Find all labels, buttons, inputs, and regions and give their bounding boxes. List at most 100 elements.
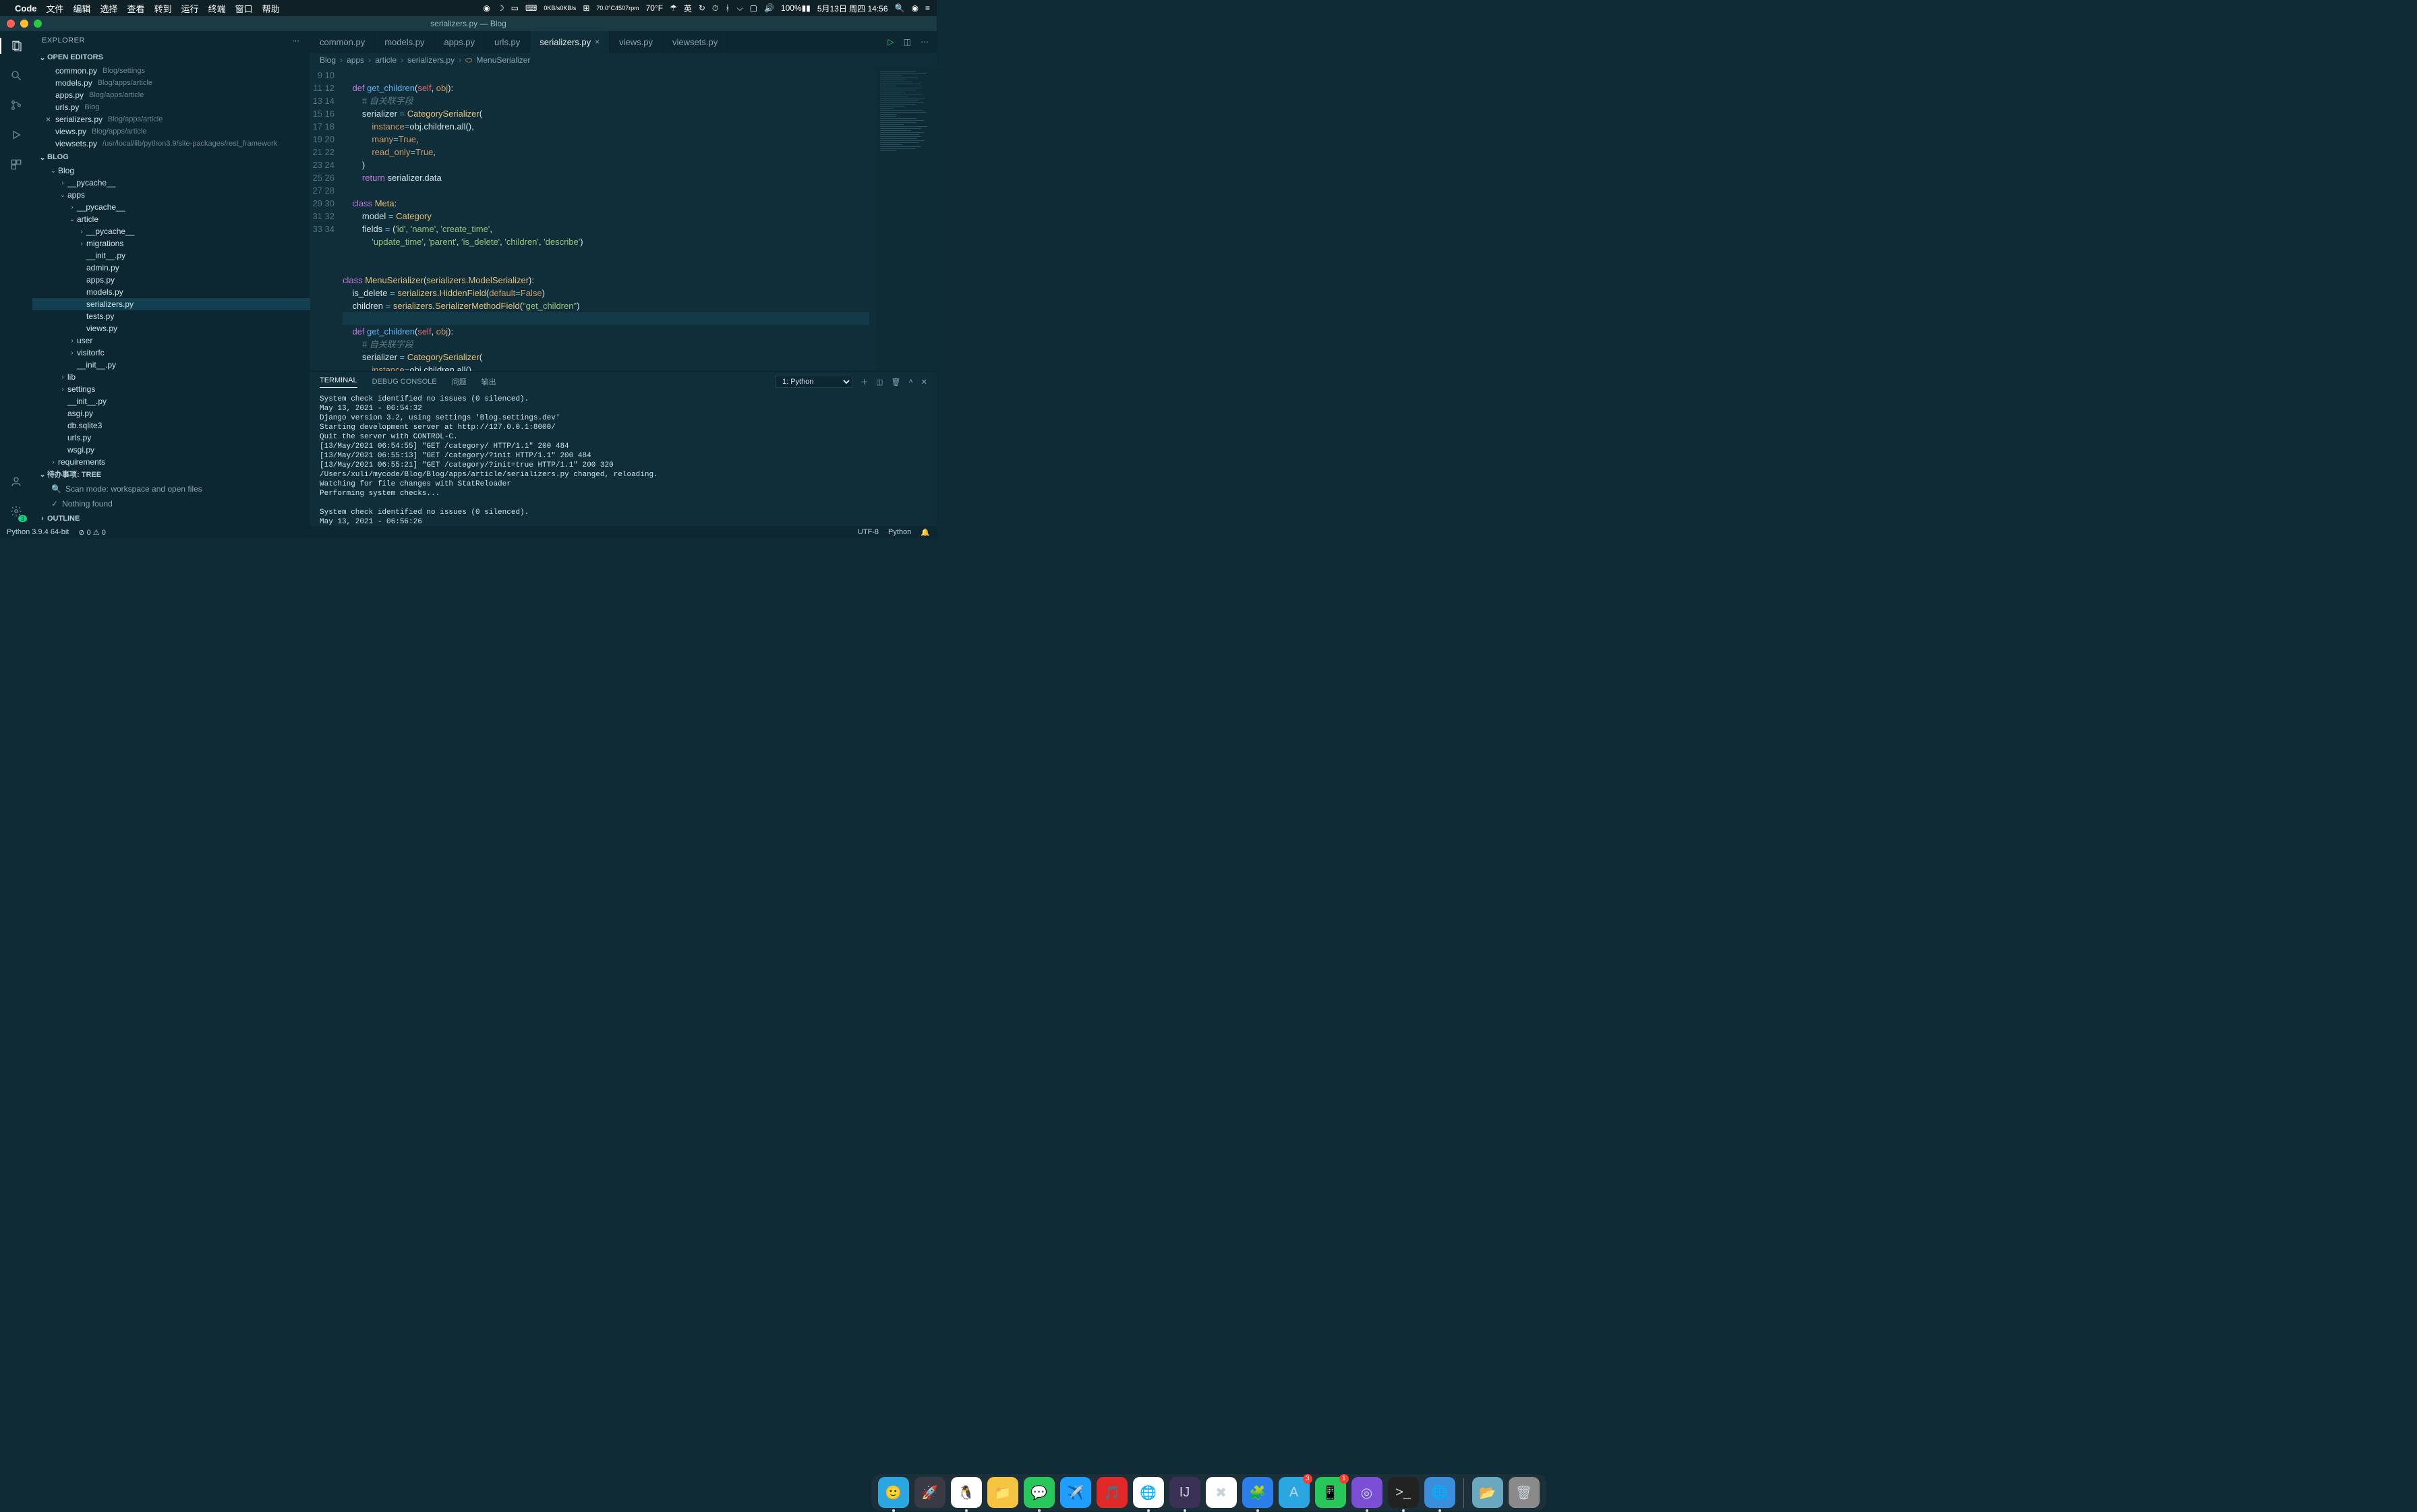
file-item[interactable]: views.py — [32, 322, 310, 335]
dock-app[interactable]: >_ — [1388, 1477, 1419, 1508]
problems-status[interactable]: ⊘ 0 ⚠ 0 — [78, 528, 105, 537]
code-editor[interactable]: 9 10 11 12 13 14 15 16 17 18 19 20 21 22… — [310, 67, 937, 371]
accounts-icon[interactable] — [8, 473, 24, 490]
window-maximize[interactable] — [34, 20, 42, 28]
battery[interactable]: 100% ▮▮ — [781, 3, 811, 13]
editor-tab[interactable]: viewsets.py — [663, 31, 728, 53]
folder-item[interactable]: ›visitorfc — [32, 347, 310, 359]
dock-app[interactable]: ◎ — [1351, 1477, 1382, 1508]
debug-console-tab[interactable]: DEBUG CONSOLE — [372, 378, 437, 386]
dock-app[interactable]: 📂 — [1472, 1477, 1503, 1508]
file-item[interactable]: asgi.py — [32, 407, 310, 419]
open-editor-item[interactable]: ×viewsets.py/usr/local/lib/python3.9/sit… — [32, 138, 310, 150]
menu-window[interactable]: 窗口 — [235, 2, 253, 15]
istats-icon[interactable]: ⊞ — [583, 3, 589, 13]
run-debug-icon[interactable] — [8, 127, 24, 143]
blog-folder-header[interactable]: ⌄BLOG — [32, 150, 310, 165]
notifications-icon[interactable]: 🔔 — [921, 528, 930, 537]
dock-app[interactable]: 📱1 — [1315, 1477, 1346, 1508]
menu-view[interactable]: 查看 — [127, 2, 145, 15]
file-item[interactable]: wsgi.py — [32, 444, 310, 456]
menu-file[interactable]: 文件 — [47, 2, 64, 15]
problems-tab[interactable]: 问题 — [452, 376, 467, 387]
source-control-icon[interactable] — [8, 97, 24, 113]
dock-app[interactable]: 🌐 — [1424, 1477, 1455, 1508]
file-item[interactable]: tests.py — [32, 310, 310, 322]
open-editor-item[interactable]: ×models.pyBlog/apps/article — [32, 77, 310, 89]
minimap[interactable] — [876, 67, 937, 371]
open-editor-item[interactable]: ×views.pyBlog/apps/article — [32, 125, 310, 138]
split-editor-icon[interactable]: ◫ — [904, 37, 911, 47]
run-python-icon[interactable]: ▷ — [887, 37, 894, 47]
terminal-selector[interactable]: 1: Python — [775, 376, 852, 388]
file-item[interactable]: __init__.py — [32, 250, 310, 262]
dock-app[interactable]: ✖︎ — [1206, 1477, 1237, 1508]
folder-item[interactable]: ⌄Blog — [32, 165, 310, 177]
dock-app[interactable]: 🚀 — [914, 1477, 945, 1508]
dock-app[interactable]: 🧩 — [1242, 1477, 1273, 1508]
folder-item[interactable]: ⌄article — [32, 213, 310, 225]
dock-app[interactable]: 🐧 — [951, 1477, 982, 1508]
file-item[interactable]: __init__.py — [32, 359, 310, 371]
new-terminal-icon[interactable]: ＋ — [861, 376, 868, 387]
folder-item[interactable]: ›__pycache__ — [32, 225, 310, 237]
sidebar-more-icon[interactable]: ⋯ — [292, 36, 301, 45]
terminal-output[interactable]: System check identified no issues (0 sil… — [310, 392, 937, 526]
folder-item[interactable]: ›user — [32, 335, 310, 347]
open-editor-item[interactable]: ×urls.pyBlog — [32, 101, 310, 113]
maximize-panel-icon[interactable]: ˄ — [908, 378, 912, 386]
folder-item[interactable]: ›migrations — [32, 237, 310, 250]
split-terminal-icon[interactable]: ◫ — [876, 378, 883, 386]
display-icon[interactable]: ▭ — [511, 3, 519, 13]
record-icon[interactable]: ◉ — [483, 3, 490, 13]
output-tab[interactable]: 输出 — [482, 376, 496, 387]
dnd-icon[interactable]: ☽ — [497, 3, 504, 13]
window-minimize[interactable] — [20, 20, 28, 28]
menu-run[interactable]: 运行 — [181, 2, 199, 15]
spotlight-icon[interactable]: 🔍 — [895, 3, 905, 13]
volume-icon[interactable]: 🔊 — [764, 3, 774, 13]
file-item[interactable]: __init__.py — [32, 395, 310, 407]
ime-indicator[interactable]: 英 — [684, 3, 692, 14]
open-editor-item[interactable]: ×apps.pyBlog/apps/article — [32, 89, 310, 101]
open-editor-item[interactable]: ×common.pyBlog/settings — [32, 65, 310, 77]
terminal-tab[interactable]: TERMINAL — [320, 376, 357, 388]
weather[interactable]: 70°F — [646, 3, 663, 13]
editor-tab[interactable]: common.py — [310, 31, 375, 53]
file-item[interactable]: models.py — [32, 286, 310, 298]
folder-item[interactable]: ›requirements — [32, 456, 310, 467]
menu-selection[interactable]: 选择 — [100, 2, 118, 15]
folder-item[interactable]: ⌄apps — [32, 189, 310, 201]
kill-terminal-icon[interactable]: 🗑 — [891, 378, 900, 386]
more-actions-icon[interactable]: ⋯ — [921, 37, 929, 47]
dock-app[interactable]: ✈️ — [1060, 1477, 1091, 1508]
control-center-icon[interactable]: ≡ — [925, 3, 930, 13]
editor-tab[interactable]: models.py — [375, 31, 434, 53]
clock-icon[interactable]: ⏱ — [712, 3, 718, 13]
open-editor-item[interactable]: ×serializers.pyBlog/apps/article — [32, 113, 310, 125]
todo-tree-header[interactable]: ⌄待办事项: TREE — [32, 467, 310, 482]
siri-icon[interactable]: ◉ — [912, 3, 919, 13]
keyboard-icon[interactable]: ⌨ — [525, 3, 537, 13]
explorer-view-icon[interactable] — [0, 38, 32, 54]
dock-app[interactable]: IJ — [1169, 1477, 1200, 1508]
close-tab-icon[interactable]: × — [595, 37, 600, 47]
folder-item[interactable]: ›__pycache__ — [32, 177, 310, 189]
app-menu[interactable]: Code — [15, 3, 37, 13]
dock-app[interactable]: 💬 — [1024, 1477, 1055, 1508]
python-interpreter[interactable]: Python 3.9.4 64-bit — [7, 528, 69, 536]
outline-header[interactable]: ›OUTLINE — [32, 511, 310, 526]
folder-item[interactable]: ›settings — [32, 383, 310, 395]
language-mode[interactable]: Python — [888, 528, 911, 537]
dock-app[interactable]: A3 — [1279, 1477, 1310, 1508]
encoding-status[interactable]: UTF-8 — [858, 528, 879, 537]
scan-mode-row[interactable]: 🔍Scan mode: workspace and open files — [32, 482, 310, 496]
bluetooth-icon[interactable]: ᚼ — [725, 3, 730, 13]
dock-app[interactable]: 📁 — [987, 1477, 1018, 1508]
file-item[interactable]: admin.py — [32, 262, 310, 274]
settings-gear-icon[interactable] — [8, 503, 24, 519]
search-view-icon[interactable] — [8, 67, 24, 84]
editor-tab[interactable]: urls.py — [485, 31, 530, 53]
datetime[interactable]: 5月13日 周四 14:56 — [817, 3, 888, 14]
editor-tab[interactable]: serializers.py× — [530, 31, 610, 53]
